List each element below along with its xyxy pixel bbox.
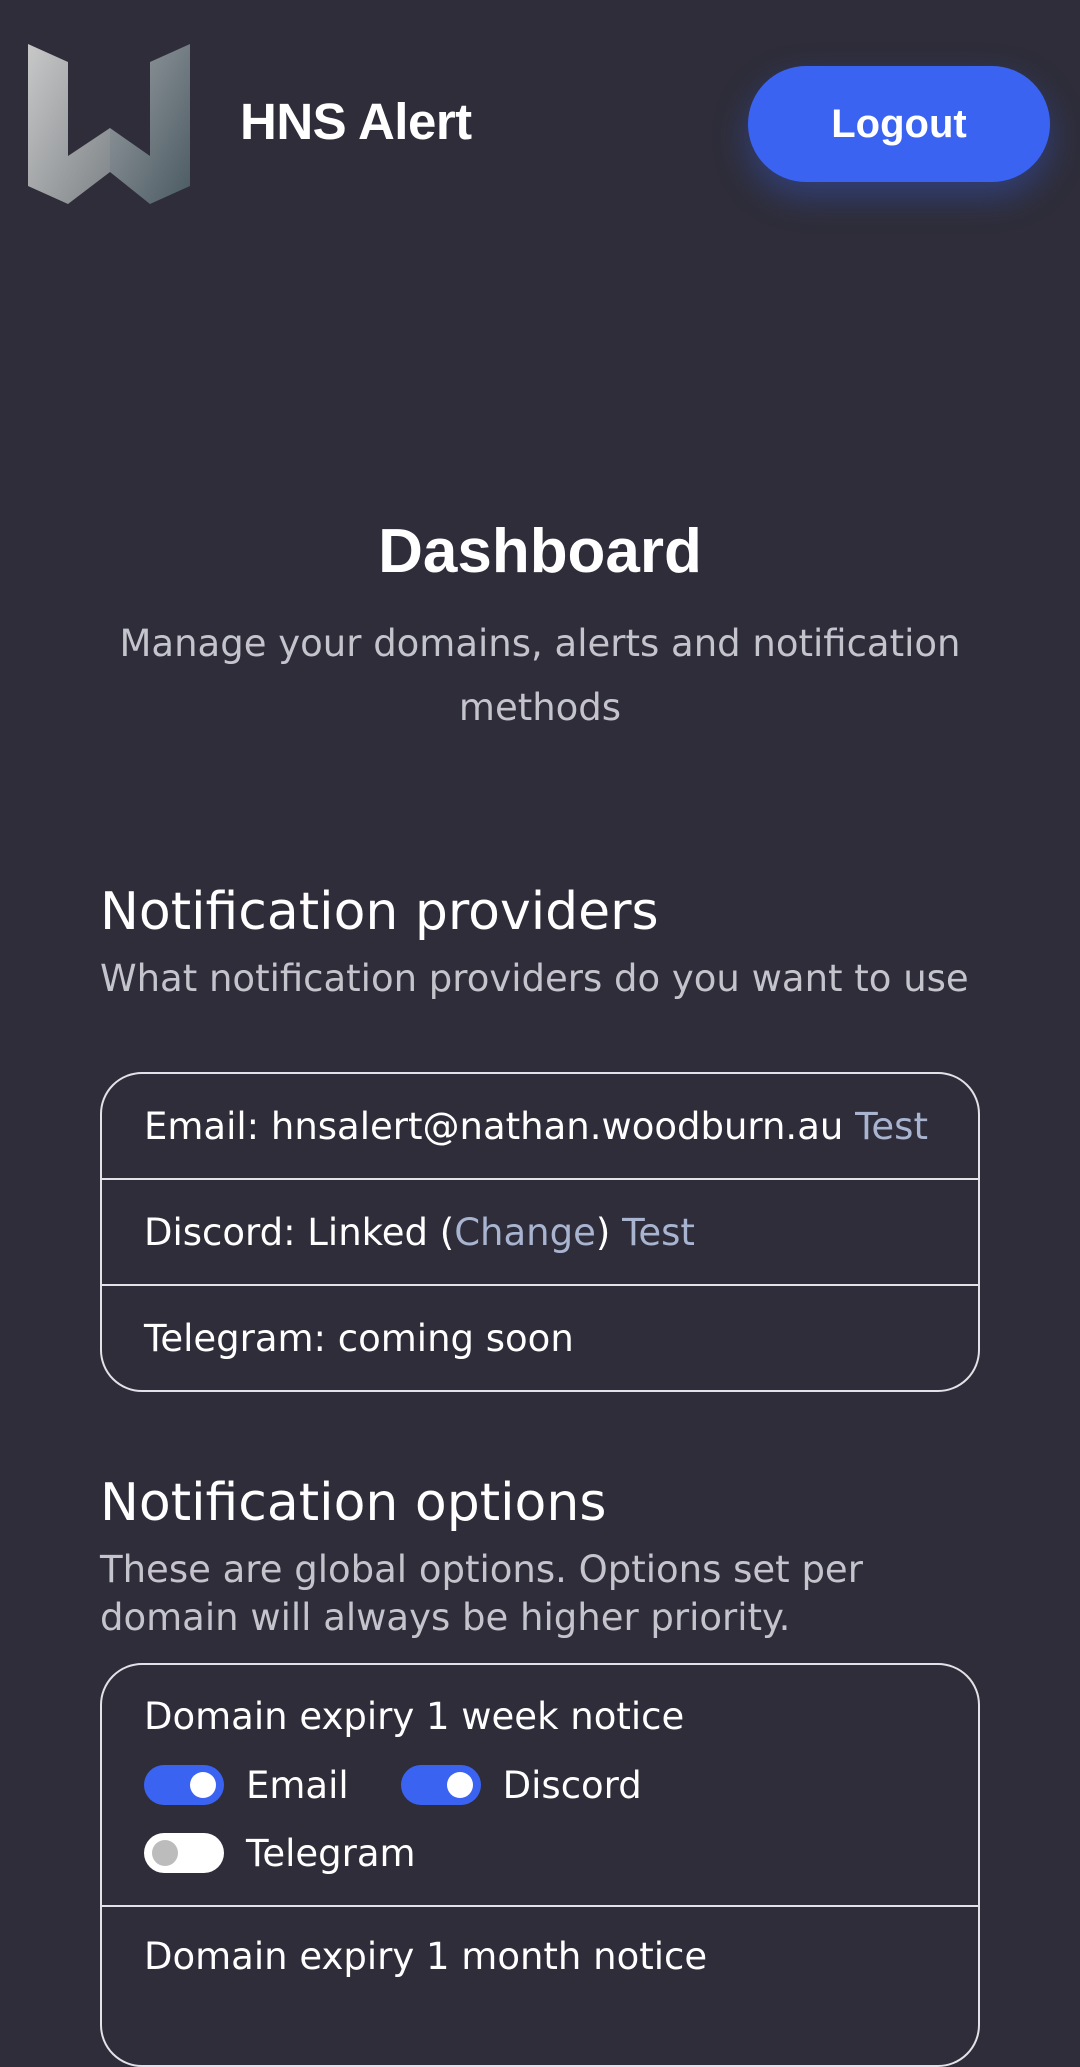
toggle-email[interactable]: Email	[144, 1764, 349, 1807]
options-card: Domain expiry 1 week notice Email Discor…	[100, 1663, 980, 2067]
email-provider-text: Email: hnsalert@nathan.woodburn.au	[144, 1104, 844, 1148]
providers-title: Notification providers	[100, 882, 659, 942]
option-week-notice: Domain expiry 1 week notice Email Discor…	[102, 1665, 978, 1907]
logo-icon	[28, 44, 190, 204]
telegram-provider-text: Telegram: coming soon	[144, 1316, 574, 1360]
provider-telegram-row: Telegram: coming soon	[102, 1286, 978, 1390]
toggle-switch-discord[interactable]	[400, 1765, 481, 1805]
option-label: Domain expiry 1 week notice	[144, 1695, 685, 1738]
provider-email-row: Email: hnsalert@nathan.woodburn.au Test	[102, 1074, 978, 1180]
discord-paren: )	[595, 1210, 611, 1254]
option-month-notice: Domain expiry 1 month notice	[102, 1907, 978, 2009]
toggle-switch-telegram[interactable]	[144, 1833, 224, 1873]
toggle-label-telegram: Telegram	[246, 1831, 416, 1875]
page-subtitle: Manage your domains, alerts and notifica…	[119, 622, 961, 729]
discord-test-link[interactable]: Test	[622, 1211, 695, 1254]
app-header: HNS Alert Logout	[0, 0, 1080, 250]
toggle-telegram[interactable]: Telegram	[144, 1832, 416, 1875]
toggle-discord[interactable]: Discord	[400, 1763, 642, 1807]
discord-change-link[interactable]: Change	[454, 1211, 596, 1254]
brand-name: HNS Alert	[240, 93, 472, 150]
page-title: Dashboard	[378, 517, 702, 586]
toggle-label-email: Email	[246, 1763, 349, 1807]
email-test-link[interactable]: Test	[855, 1105, 928, 1148]
providers-subtitle: What notification providers do you want …	[100, 957, 969, 1000]
toggle-switch-email[interactable]	[144, 1765, 224, 1805]
providers-card: Email: hnsalert@nathan.woodburn.au Test …	[100, 1072, 980, 1392]
provider-discord-row: Discord: Linked (Change) Test	[102, 1180, 978, 1286]
options-title: Notification options	[100, 1473, 607, 1533]
discord-provider-text: Discord: Linked (	[144, 1210, 455, 1254]
toggle-label-discord: Discord	[502, 1763, 642, 1807]
options-subtitle: These are global options. Options set pe…	[100, 1548, 863, 1639]
option-label: Domain expiry 1 month notice	[144, 1935, 708, 1978]
logout-button[interactable]: Logout	[748, 66, 1050, 182]
